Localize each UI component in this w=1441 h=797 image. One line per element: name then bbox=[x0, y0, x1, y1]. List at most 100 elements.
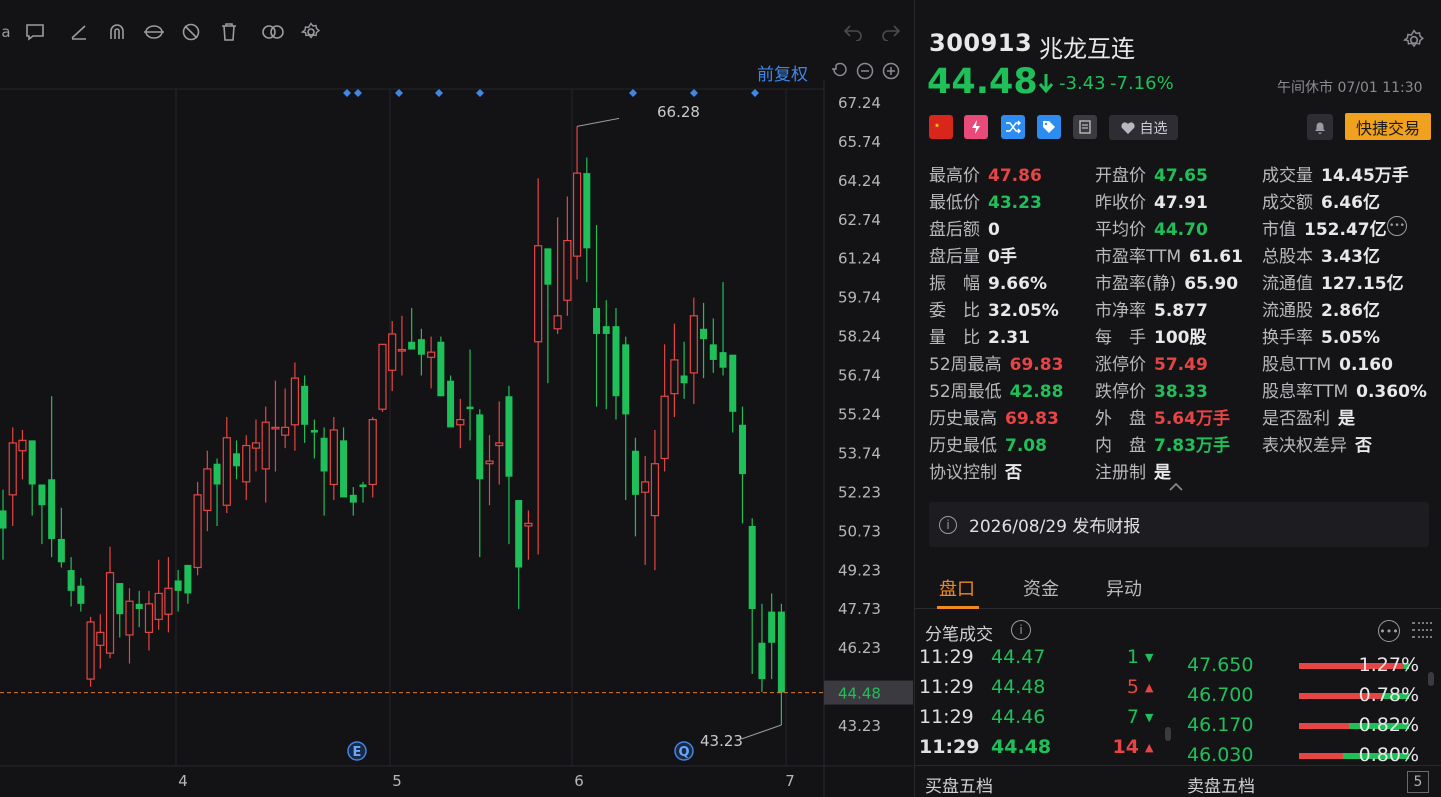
dist-pct: 0.78% bbox=[1358, 684, 1419, 706]
stat-label: 总股本 bbox=[1262, 247, 1313, 267]
stat-label: 外 盘 bbox=[1095, 409, 1146, 429]
event-diamond-icon bbox=[435, 89, 443, 97]
stat-value: 69.83 bbox=[1009, 355, 1064, 375]
ticks-title: 分笔成交 bbox=[925, 625, 993, 645]
candle-body-down bbox=[719, 352, 727, 368]
candle-body-up bbox=[96, 631, 105, 646]
price-tick-label: 55.24 bbox=[838, 405, 881, 423]
price-change: -3.43 bbox=[1059, 73, 1106, 94]
tick-list-scrollbar[interactable] bbox=[1165, 727, 1171, 741]
undo-icon[interactable] bbox=[840, 14, 866, 50]
zoom-out-icon[interactable] bbox=[855, 61, 875, 81]
tab-capital[interactable]: 资金 bbox=[1023, 575, 1059, 601]
event-marker-label: Q bbox=[678, 745, 689, 760]
candle-body-up bbox=[329, 429, 338, 486]
stock-name: 兆龙互连 bbox=[1039, 35, 1135, 63]
price-tick-label: 53.74 bbox=[838, 444, 881, 462]
magnet-icon[interactable] bbox=[104, 14, 130, 50]
info-icon[interactable]: i bbox=[1011, 620, 1031, 640]
detail-tabs: 盘口 资金 异动 bbox=[915, 565, 1441, 609]
tab-alerts[interactable]: 异动 bbox=[1106, 575, 1142, 601]
price-tick-label: 59.74 bbox=[838, 289, 881, 307]
cn-flag-icon[interactable] bbox=[929, 115, 953, 139]
zoom-in-icon[interactable] bbox=[881, 61, 901, 81]
stat-col3-1: 成交额 6.46亿 bbox=[1262, 188, 1380, 213]
price-distribution-list[interactable]: 47.650 1.27% 46.700 0.78% 46.170 0.82% 46.030 0… bbox=[1177, 652, 1441, 762]
collapse-icon[interactable] bbox=[1168, 478, 1184, 498]
tick-time: 11:29 bbox=[919, 736, 980, 758]
stat-value: 3.43亿 bbox=[1321, 247, 1380, 267]
tick-row: 11:29 44.46 7 ▼ bbox=[919, 702, 1169, 732]
quick-trade-button[interactable]: 快捷交易 bbox=[1345, 113, 1431, 140]
tick-list[interactable]: 11:29 44.47 1 ▼ 11:29 44.48 5 ▲ 11:29 44.46 7 ▼ 11:2… bbox=[915, 648, 1175, 758]
down-arrow-icon bbox=[1037, 72, 1055, 99]
draw-line-icon[interactable] bbox=[66, 14, 92, 50]
stat-col1-5: 委 比 32.05% bbox=[929, 296, 1059, 321]
stat-value: 44.70 bbox=[1154, 220, 1208, 240]
candle-body-down bbox=[301, 385, 309, 425]
stat-col1-7: 52周最高 69.83 bbox=[929, 350, 1064, 375]
distribution-row: 47.650 1.27% bbox=[1177, 652, 1427, 682]
stat-col2-11: 注册制是 bbox=[1095, 458, 1171, 483]
tick-price: 44.48 bbox=[991, 736, 1052, 758]
price-adjust-toggle[interactable]: 前复权 bbox=[757, 60, 808, 85]
link-cycle-icon[interactable] bbox=[141, 14, 167, 50]
kline-chart[interactable]: 67.24 65.74 64.24 62.74 61.24 59.74 58.24 56.74… bbox=[0, 0, 913, 797]
trash-icon[interactable] bbox=[216, 14, 242, 50]
tab-orderbook[interactable]: 盘口 bbox=[939, 575, 975, 601]
distribution-scrollbar[interactable] bbox=[1428, 672, 1434, 686]
date-tick-label: 5 bbox=[392, 772, 402, 790]
stat-label: 盘后额 bbox=[929, 220, 980, 240]
candle-body-down bbox=[602, 326, 610, 334]
stat-col3-4: 流通值 127.15亿 bbox=[1262, 269, 1404, 294]
tag-icon[interactable] bbox=[1037, 115, 1061, 139]
buy-levels-label[interactable]: 买盘五档 bbox=[925, 772, 993, 797]
candle-body-up bbox=[689, 315, 698, 374]
add-watchlist-button[interactable]: 自选 bbox=[1109, 115, 1178, 140]
candle-body-up bbox=[281, 426, 290, 436]
candle-body-down bbox=[57, 538, 65, 563]
down-triangle-icon: ▼ bbox=[1145, 650, 1154, 664]
comment-icon[interactable] bbox=[22, 14, 48, 50]
candle-body-down bbox=[28, 440, 36, 485]
levels-count-button[interactable]: 5 bbox=[1407, 771, 1429, 793]
list-icon[interactable] bbox=[1411, 620, 1433, 645]
hide-drawings-icon[interactable] bbox=[178, 14, 204, 50]
stat-label: 涨停价 bbox=[1095, 355, 1146, 375]
chart-settings-icon[interactable] bbox=[298, 14, 324, 50]
stat-label: 注册制 bbox=[1095, 463, 1146, 483]
event-diamond-icon bbox=[354, 89, 362, 97]
kline-chart-panel[interactable]: 67.24 65.74 64.24 62.74 61.24 59.74 58.24 56.74… bbox=[0, 0, 913, 797]
candle-body-up bbox=[378, 343, 387, 410]
sell-levels-label[interactable]: 卖盘五档 bbox=[1187, 772, 1255, 797]
candle-body-down bbox=[738, 424, 746, 475]
stat-col3-3: 总股本 3.43亿 bbox=[1262, 242, 1380, 267]
doc-icon[interactable] bbox=[1073, 115, 1097, 139]
candle-body-up bbox=[563, 239, 572, 301]
stat-value: 0 bbox=[988, 220, 1000, 240]
reset-icon[interactable] bbox=[829, 61, 849, 81]
price-tick-label: 61.24 bbox=[838, 250, 881, 268]
redo-icon[interactable] bbox=[878, 14, 904, 50]
settings-icon[interactable] bbox=[1402, 29, 1425, 56]
tick-volume: 14 bbox=[1112, 736, 1139, 758]
price-alert-button[interactable] bbox=[1307, 114, 1333, 140]
candle-body-down bbox=[135, 603, 143, 610]
candle-body-down bbox=[447, 380, 455, 428]
compare-icon[interactable] bbox=[258, 14, 288, 50]
price-tick-label: 65.74 bbox=[838, 133, 881, 151]
shuffle-icon[interactable] bbox=[1001, 115, 1025, 139]
tick-time: 11:29 bbox=[919, 648, 974, 668]
stat-label: 股息TTM bbox=[1262, 355, 1332, 375]
stat-col2-7: 涨停价 57.49 bbox=[1095, 350, 1208, 375]
market-cap-more-icon[interactable]: ••• bbox=[1387, 216, 1407, 236]
candle-body-down bbox=[700, 328, 708, 340]
more-icon[interactable]: ••• bbox=[1378, 620, 1400, 642]
stat-col1-9: 历史最高 69.83 bbox=[929, 404, 1059, 429]
earnings-notice[interactable]: i 2026/08/29 发布财报 bbox=[929, 502, 1429, 547]
stat-label: 流通值 bbox=[1262, 274, 1313, 294]
lightning-icon[interactable] bbox=[964, 115, 988, 139]
stat-col1-2: 盘后额 0 bbox=[929, 215, 1000, 240]
candle-body-up bbox=[222, 437, 231, 506]
stat-value: 5.877 bbox=[1154, 301, 1208, 321]
